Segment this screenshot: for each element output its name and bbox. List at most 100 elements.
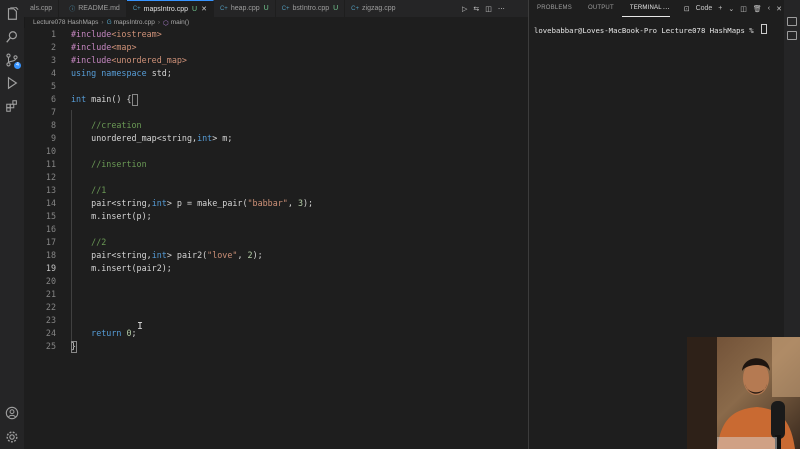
code-line[interactable]: 18 pair<string,int> pair2("love", 2); [24, 249, 528, 262]
terminal-instance-icon[interactable] [787, 31, 797, 40]
code-line[interactable]: 12 [24, 171, 528, 184]
code-line[interactable]: 14 pair<string,int> p = make_pair("babba… [24, 197, 528, 210]
cpp-file-icon: C+ [132, 6, 141, 12]
code-token: > m; [212, 133, 233, 143]
compare-icon[interactable]: ⇆ [473, 5, 479, 13]
code-token: } [71, 341, 77, 351]
code-line[interactable]: 9 unordered_map<string,int> m; [24, 132, 528, 145]
tab-zigzag-cpp[interactable]: C+ zigzag.cpp [345, 0, 401, 17]
code-line[interactable]: 3 #include<unordered_map> [24, 54, 528, 67]
source-control-badge: 4 [14, 62, 21, 69]
line-number: 9 [50, 133, 56, 143]
code-line[interactable]: 22 [24, 301, 528, 314]
extensions-icon[interactable] [4, 98, 20, 114]
code-line[interactable]: 20 [24, 275, 528, 288]
tab-output[interactable]: OUTPUT [580, 0, 622, 17]
chevron-down-icon[interactable]: ⌄ [728, 5, 734, 13]
line-number: 12 [45, 172, 56, 182]
line-number: 10 [45, 146, 56, 156]
code-line[interactable]: 17 //2 [24, 236, 528, 249]
cpp-file-icon: G [106, 19, 112, 26]
close-panel-icon[interactable]: ✕ [776, 5, 782, 13]
code-line[interactable]: 25} [24, 340, 528, 353]
code-editor[interactable]: I 1 #include<iostream> 2 #include<map> 3 #inc… [24, 28, 528, 449]
run-debug-icon[interactable] [4, 75, 20, 91]
code-line[interactable]: 5 [24, 80, 528, 93]
run-icon[interactable]: ▷ [462, 5, 467, 13]
code-line[interactable]: 1 #include<iostream> [24, 28, 528, 41]
code-line[interactable]: 4 using namespace std; [24, 67, 528, 80]
tab-label: als.cpp [30, 5, 53, 12]
terminal-shell-label[interactable]: Code [696, 5, 713, 12]
code-text: } [71, 340, 76, 353]
tab-heap-cpp[interactable]: C+ heap.cpp U [214, 0, 276, 17]
tab-label: bstIntro.cpp [292, 5, 330, 12]
line-number: 7 [50, 107, 56, 117]
code-line[interactable]: 21 [24, 288, 528, 301]
code-token: #include [71, 29, 112, 39]
new-terminal-icon[interactable]: + [718, 5, 722, 12]
code-text: pair<string,int> pair2("love", 2); [71, 249, 263, 262]
split-terminal-icon[interactable]: ◫ [740, 5, 747, 13]
code-line[interactable]: 10 [24, 145, 528, 158]
code-token: int [197, 133, 213, 143]
search-icon[interactable] [4, 29, 20, 45]
webcam-overlay [687, 337, 800, 449]
code-line[interactable]: 7 [24, 106, 528, 119]
code-token: #include [71, 42, 112, 52]
code-token: //2 [91, 237, 107, 247]
line-number: 23 [45, 315, 56, 325]
split-editor-icon[interactable]: ◫ [485, 5, 492, 13]
code-line[interactable]: 8 //creation [24, 119, 528, 132]
line-number: 2 [50, 42, 56, 52]
breadcrumb-file[interactable]: mapsIntro.cpp [114, 19, 155, 26]
account-icon[interactable] [4, 405, 20, 421]
breadcrumb-folder[interactable]: Lecture078 HashMaps [33, 19, 98, 26]
line-number: 16 [45, 224, 56, 234]
code-token: //insertion [91, 159, 147, 169]
code-line[interactable]: 2 #include<map> [24, 41, 528, 54]
more-actions-icon[interactable]: ⋯ [498, 5, 505, 13]
tab-bstintro-cpp[interactable]: C+ bstIntro.cpp U [276, 0, 346, 17]
code-line[interactable]: 16 [24, 223, 528, 236]
close-icon[interactable]: ✕ [201, 5, 207, 13]
tab-readme-md[interactable]: ⓘ README.md [59, 0, 127, 17]
editor-tab-bar: als.cpp ⓘ README.md C+ mapsIntro.cpp U ✕… [24, 0, 528, 17]
line-number: 22 [45, 302, 56, 312]
code-token: int [151, 250, 167, 260]
chevron-left-icon[interactable]: ‹ [768, 5, 770, 12]
code-token: m.insert(p); [71, 211, 152, 221]
line-number: 5 [50, 81, 56, 91]
explorer-icon[interactable] [4, 6, 20, 22]
code-line[interactable]: 6 int main() { [24, 93, 528, 106]
function-icon: ⬡ [163, 19, 169, 27]
code-token: , [237, 250, 248, 260]
terminal-instance-icon[interactable] [787, 17, 797, 26]
line-number: 14 [45, 198, 56, 208]
code-line[interactable]: 13 //1 [24, 184, 528, 197]
code-line[interactable]: 19 m.insert(pair2); [24, 262, 528, 275]
code-token: main() { [86, 94, 132, 104]
code-token: <map> [111, 42, 137, 52]
trash-icon[interactable]: 🗑 [753, 5, 762, 13]
settings-gear-icon[interactable] [4, 429, 20, 445]
tab-mapsintro-cpp[interactable]: C+ mapsIntro.cpp U ✕ [126, 0, 214, 17]
tab-problems[interactable]: PROBLEMS [529, 0, 580, 17]
code-line[interactable]: 24 return 0; [24, 327, 528, 340]
breadcrumb-symbol[interactable]: main() [171, 19, 189, 26]
chevron-right-icon: › [101, 19, 104, 26]
source-control-icon[interactable]: 4 [4, 52, 21, 69]
code-line[interactable]: 23 [24, 314, 528, 327]
code-token: <iostream> [111, 29, 162, 39]
more-actions-icon[interactable]: ⋯ [663, 5, 670, 13]
editor-actions: ▷ ⇆ ◫ ⋯ [462, 0, 505, 17]
code-text: //2 [71, 236, 106, 249]
cpp-file-icon: C+ [281, 5, 290, 12]
chevron-right-icon: › [157, 19, 160, 26]
code-line[interactable]: 15 m.insert(p); [24, 210, 528, 223]
terminal-output[interactable]: lovebabbar@Loves-MacBook-Pro Lecture078 … [534, 24, 768, 35]
tab-als-cpp[interactable]: als.cpp [24, 0, 60, 17]
code-line[interactable]: 11 //insertion [24, 158, 528, 171]
code-token: //creation [91, 120, 142, 130]
